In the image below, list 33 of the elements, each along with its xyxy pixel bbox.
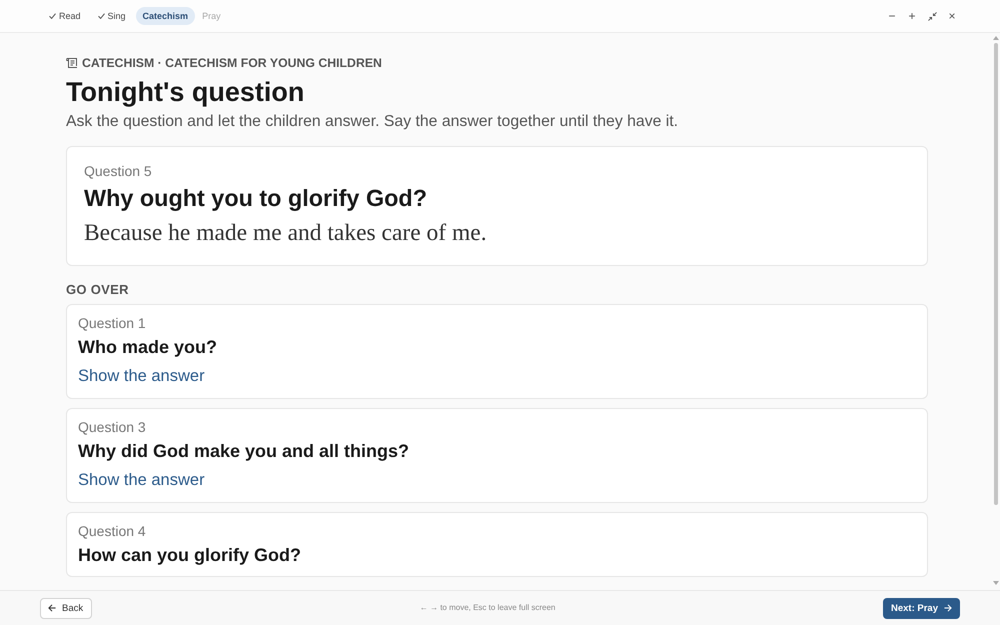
show-answer-link[interactable]: Show the answer <box>78 365 205 387</box>
step-tab[interactable]: Catechism <box>136 7 196 25</box>
close-button[interactable]: × <box>942 8 962 24</box>
breadcrumb-text: CATECHISM · CATECHISM FOR YOUNG CHILDREN <box>82 55 382 71</box>
question-number: Question 1 <box>78 314 147 333</box>
next-button[interactable]: Next: Pray <box>882 598 960 618</box>
minus-button[interactable]: − <box>882 8 902 24</box>
question-number: Question 5 <box>84 162 153 181</box>
step-tab[interactable]: Read <box>42 7 88 25</box>
question-number: Question 3 <box>78 418 147 437</box>
check-icon <box>98 13 105 19</box>
question-number: Question 4 <box>78 522 147 541</box>
back-button[interactable]: Back <box>40 598 92 618</box>
question-text: Why ought you to glorify God? <box>84 184 428 213</box>
show-answer-link[interactable]: Show the answer <box>78 469 205 491</box>
arrow-right-icon <box>944 604 952 612</box>
scroll-down-icon <box>993 581 999 585</box>
check-icon <box>49 13 56 19</box>
page-title: Tonight's question <box>66 76 306 109</box>
section-heading: GO OVER <box>66 281 130 299</box>
answer-text: Because he made me and takes care of me. <box>84 219 488 248</box>
intro-text: Ask the question and let the children answer. Say the answer together until they have it. <box>66 112 680 132</box>
scroll-up-icon <box>993 36 999 40</box>
arrow-left-icon <box>48 604 56 612</box>
question-text: How can you glorify God? <box>78 544 302 567</box>
question-text: Why did God make you and all things? <box>78 440 410 463</box>
keyboard-hint: ← → to move, Esc to leave full screen <box>420 602 556 614</box>
step-tab[interactable]: Sing <box>90 7 133 25</box>
collapse-arrows-icon <box>928 12 936 20</box>
scrollbar-thumb[interactable] <box>994 43 998 505</box>
scroll-icon <box>66 57 78 69</box>
question-text: Who made you? <box>78 336 218 359</box>
plus-button[interactable]: + <box>902 8 922 24</box>
